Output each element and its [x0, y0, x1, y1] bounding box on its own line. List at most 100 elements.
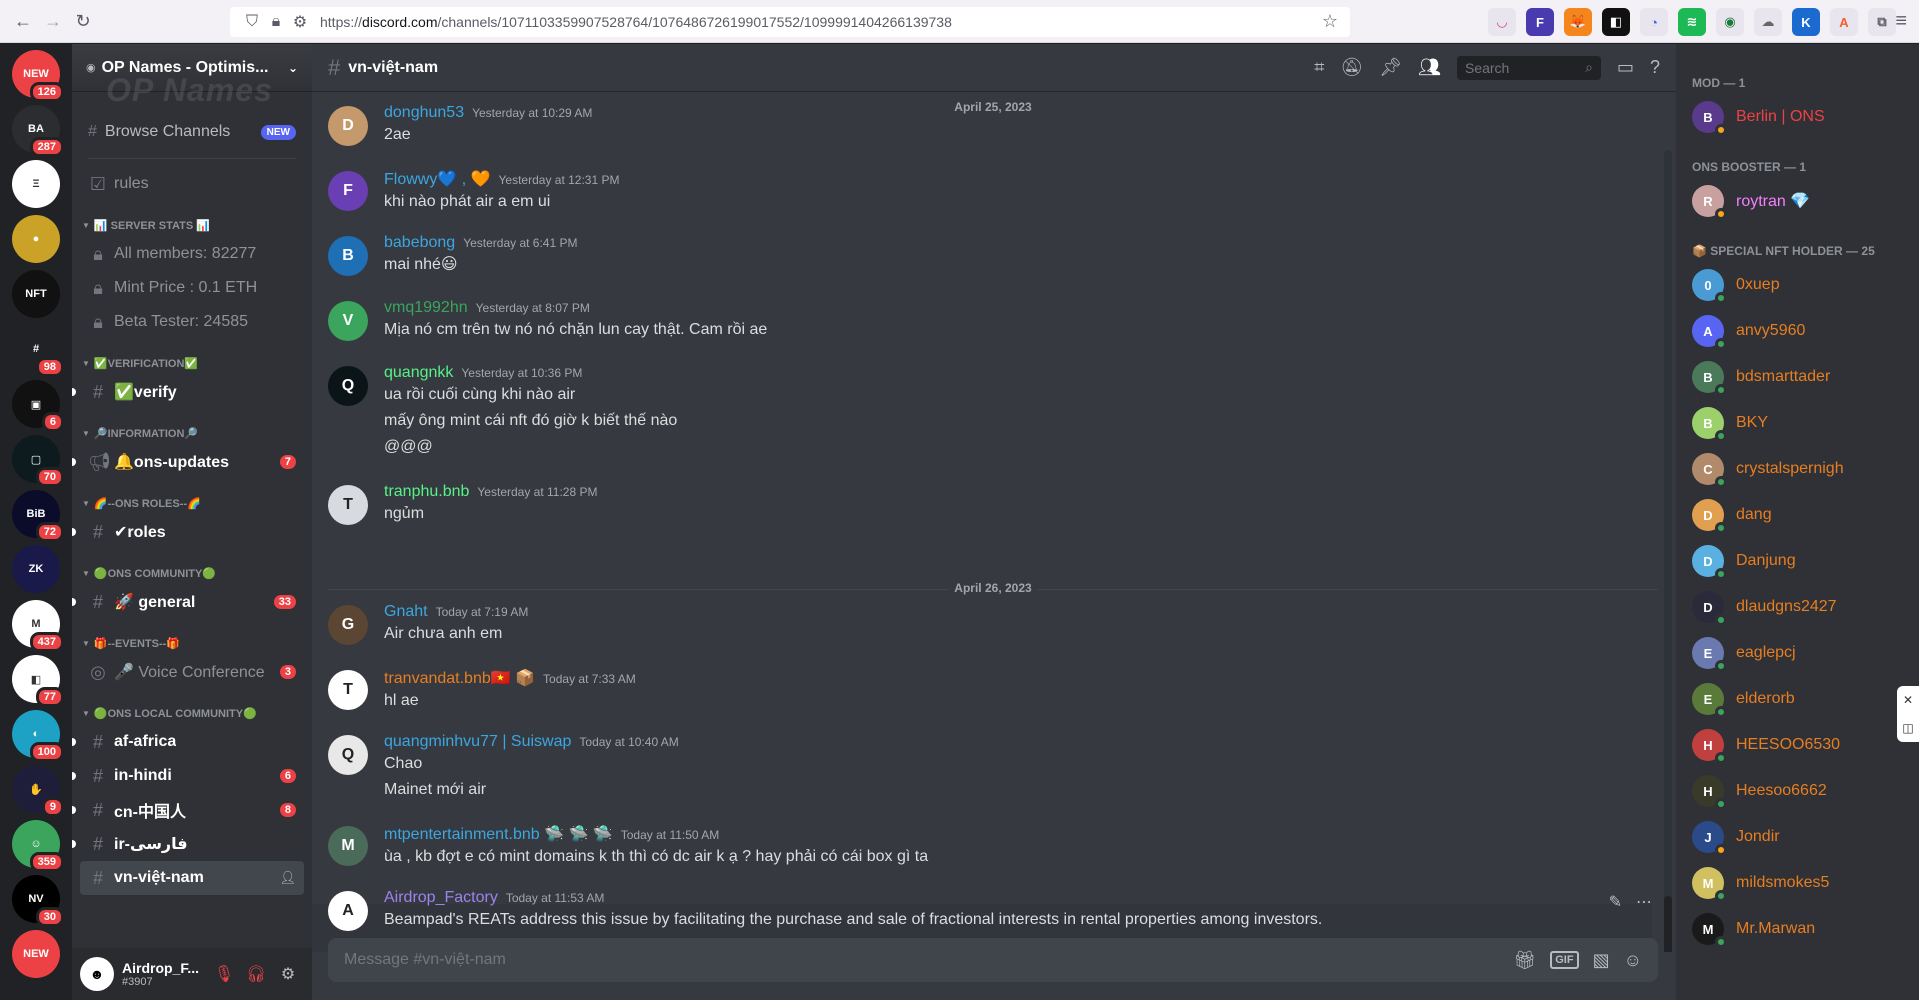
extension-blue-icon[interactable]: ◔	[1640, 8, 1668, 36]
message[interactable]: Mmtpentertainment.bnb 🛸 🛸 🛸 Today at 11:5…	[328, 824, 1628, 870]
server-icon[interactable]: ▢ 70	[12, 435, 64, 487]
pin-icon[interactable]: 📌︎	[1379, 57, 1402, 78]
reload-icon[interactable]: ↻	[68, 6, 98, 36]
channel-ir[interactable]: # ir-فارسی	[72, 827, 304, 861]
extension-k-icon[interactable]: K	[1792, 8, 1820, 36]
avatar[interactable]: ☻	[80, 957, 114, 991]
member-item[interactable]: Ddang	[1692, 492, 1911, 538]
avatar[interactable]: D	[328, 106, 368, 146]
server-icon[interactable]: Ξ	[12, 160, 60, 208]
notification-bell-icon[interactable]: 🔕︎	[1340, 57, 1363, 78]
server-icon[interactable]: ☺ 359	[12, 820, 64, 872]
avatar[interactable]: Q	[328, 735, 368, 775]
avatar[interactable]: G	[328, 605, 368, 645]
message-author[interactable]: quangnkk	[384, 364, 453, 382]
address-bar[interactable]: ⛉ 🔒︎ ⚙ https://discord.com/channels/1071…	[230, 7, 1350, 37]
channel-voice-conference[interactable]: ◎ 🎤 Voice Conference 3	[80, 655, 304, 689]
channel-vn[interactable]: # vn-việt-nam 👤︎	[80, 861, 304, 895]
server-icon[interactable]: ▣ 6	[12, 380, 64, 432]
avatar[interactable]: A	[328, 891, 368, 931]
server-icon[interactable]: BA 287	[12, 105, 64, 157]
emoji-icon[interactable]: ☺	[1624, 950, 1642, 971]
metamask-icon[interactable]: 🦊	[1564, 8, 1592, 36]
message-author[interactable]: tranvandat.bnb🇻🇳 📦	[384, 668, 535, 688]
message[interactable]: F Flowwy💙 , 🧡 Yesterday at 12:31 PM khi nào…	[328, 169, 1628, 215]
gif-button[interactable]: GIF	[1550, 951, 1579, 969]
category-ons-community[interactable]: ▼ 🟢ONS COMMUNITY🟢	[80, 561, 304, 585]
category-verification[interactable]: ▼ ✅VERIFICATION✅	[80, 351, 304, 375]
browse-channels[interactable]: # Browse Channels NEW	[80, 114, 304, 150]
extension-a-icon[interactable]: A	[1830, 8, 1858, 36]
category-ons-roles[interactable]: ▼ 🌈--ONS ROLES--🌈	[80, 491, 304, 515]
member-item[interactable]: Ddlaudgns2427	[1692, 584, 1911, 630]
extension-f-icon[interactable]: F	[1526, 8, 1554, 36]
channel-af-africa[interactable]: # af-africa	[72, 725, 304, 759]
scrollbar-thumb[interactable]	[1664, 896, 1672, 952]
inbox-icon[interactable]: ▭	[1617, 57, 1634, 78]
member-item[interactable]: H HEESOO6530	[1692, 722, 1911, 768]
channel-rules[interactable]: ☑ rules	[80, 167, 304, 201]
member-item[interactable]: Mmildsmokes5	[1692, 860, 1911, 906]
server-icon[interactable]: NV 30	[12, 875, 64, 927]
member-item[interactable]: 0 0xuep	[1692, 262, 1911, 308]
channel-beta-tester[interactable]: 🔒︎ Beta Tester: 24585	[80, 305, 304, 339]
search-input[interactable]: Search ⌕	[1456, 55, 1601, 80]
member-item[interactable]: Rroytran 💎	[1692, 178, 1911, 224]
message[interactable]: G Gnaht Today at 7:19 AM Air chưa anh em	[328, 603, 1628, 647]
shield-icon[interactable]: ⛉	[240, 12, 264, 32]
extensions-puzzle-icon[interactable]: ⧉	[1868, 8, 1896, 36]
channel-roles[interactable]: # ✔roles	[72, 515, 304, 549]
avatar[interactable]: Q	[328, 366, 368, 406]
server-icon[interactable]: ◐ 100	[12, 710, 64, 762]
message-author[interactable]: Airdrop_Factory	[384, 889, 498, 907]
category-server-stats[interactable]: ▼ 📊 SERVER STATS 📊	[80, 213, 304, 237]
spotify-icon[interactable]: ≋	[1678, 8, 1706, 36]
mute-mic-icon[interactable]: 🎙︎	[208, 958, 240, 990]
server-icon[interactable]: BiB 72	[12, 490, 64, 542]
forward-icon[interactable]: →	[38, 6, 68, 36]
message[interactable]: Qquangminhvu77 | Suiswap Today at 10:40 A…	[328, 733, 1628, 803]
avatar[interactable]: B	[328, 236, 368, 276]
channel-cn[interactable]: # cn-中国人 8	[72, 793, 304, 827]
server-icon[interactable]: M 437	[12, 600, 64, 652]
server-icon[interactable]: NFT	[12, 270, 60, 318]
channel-mint-price[interactable]: 🔒︎ Mint Price : 0.1 ETH	[80, 271, 304, 305]
channel-verify[interactable]: # ✅verify	[72, 375, 304, 409]
side-widget-tab[interactable]: ✕ ◫	[1897, 686, 1919, 742]
message-composer[interactable]: Message #vn-việt-nam 🎁︎ GIF ▧ ☺	[328, 938, 1658, 982]
sticker-icon[interactable]: ▧	[1593, 950, 1610, 971]
extension-widget-icon[interactable]: ◫	[1902, 721, 1913, 735]
more-options-icon[interactable]: ⋯	[1636, 892, 1652, 912]
avatar[interactable]: M	[328, 826, 368, 866]
bookmark-star-icon[interactable]: ☆	[1322, 11, 1338, 32]
server-icon[interactable]: ✋ 9	[12, 765, 64, 817]
server-icon[interactable]: NEW 126	[12, 50, 64, 102]
category-events[interactable]: ▼ 🎁--EVENTS--🎁	[80, 631, 304, 655]
message-author[interactable]: tranphu.bnb	[384, 483, 469, 501]
message[interactable]: Vvmq1992hn Yesterday at 8:07 PM Mịa nó cm …	[328, 299, 1628, 343]
lock-icon[interactable]: 🔒︎	[264, 12, 288, 32]
member-item[interactable]: J Jondir	[1692, 814, 1911, 860]
channel-ons-updates[interactable]: 📢︎ 🔔ons-updates 7	[72, 445, 304, 479]
extension-globe-icon[interactable]: ◉	[1716, 8, 1744, 36]
avatar[interactable]: T	[328, 670, 368, 710]
member-item[interactable]: Bbdsmarttader	[1692, 354, 1911, 400]
server-icon[interactable]: NEW	[12, 930, 60, 978]
message-author[interactable]: vmq1992hn	[384, 299, 468, 317]
member-item[interactable]: M Mr.Marwan	[1692, 906, 1911, 952]
category-information[interactable]: ▼ 🔎INFORMATION🔎	[80, 421, 304, 445]
member-item[interactable]: D Danjung	[1692, 538, 1911, 584]
hamburger-menu-icon[interactable]: ≡	[1895, 10, 1907, 33]
message[interactable]: Ttranvandat.bnb🇻🇳 📦 Today at 7:33 AM hl ae	[328, 668, 1628, 714]
category-local-community[interactable]: ▼ 🟢ONS LOCAL COMMUNITY🟢	[80, 701, 304, 725]
channel-all-members[interactable]: 🔒︎ All members: 82277	[80, 237, 304, 271]
message-author[interactable]: donghun53	[384, 104, 464, 122]
message[interactable]: Qquangnkk Yesterday at 10:36 PM ua rồi cuố…	[328, 364, 1628, 460]
message-author[interactable]: mtpentertainment.bnb 🛸 🛸 🛸	[384, 824, 613, 844]
member-item[interactable]: Aanvy5960	[1692, 308, 1911, 354]
help-icon[interactable]: ?	[1650, 57, 1660, 78]
message[interactable]: A Airdrop_Factory Today at 11:53 AM Beampad…	[328, 889, 1628, 933]
message[interactable]: Ttranphu.bnb Yesterday at 11:28 PM ngủm	[328, 483, 1628, 527]
scrollbar[interactable]	[1664, 150, 1672, 952]
message[interactable]: Bbabebong Yesterday at 6:41 PM mai nhé😃	[328, 234, 1628, 278]
